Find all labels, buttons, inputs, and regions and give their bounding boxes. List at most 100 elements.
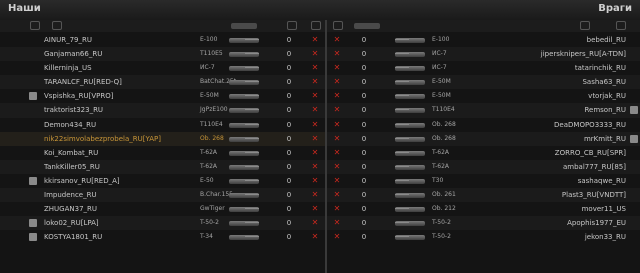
player-row[interactable]: sashaqwe_RU T30 0 ✕ xyxy=(327,174,640,188)
vehicle-icon xyxy=(395,164,425,170)
player-name: nik22simvolabezprobela_RU[YAP] xyxy=(44,134,161,143)
destroyed-icon: ✕ xyxy=(333,218,341,228)
frag-count: 0 xyxy=(361,50,367,59)
vehicle-icon xyxy=(395,235,425,241)
player-row[interactable]: AINUR_79_RU E-100 0 ✕ xyxy=(0,33,325,47)
destroyed-icon: ✕ xyxy=(333,119,341,129)
frag-count: 0 xyxy=(361,36,367,44)
player-name: Impudence_RU xyxy=(44,191,97,200)
frag-count: 0 xyxy=(361,162,367,171)
player-row[interactable]: mrKmitt_RU Ob. 268 0 ✕ xyxy=(327,131,640,146)
player-name: mrKmitt_RU xyxy=(583,134,626,143)
vehicle-name: T110E4 xyxy=(200,120,223,128)
frag-count: 0 xyxy=(286,219,292,228)
player-row[interactable]: mover11_US Ob. 212 0 ✕ xyxy=(327,202,640,216)
player-row[interactable]: nik22simvolabezprobela_RU[YAP] Ob. 268 0 ✕ xyxy=(0,131,325,146)
player-row[interactable]: Koi_Kombat_RU T-62A 0 ✕ xyxy=(0,146,325,160)
player-row[interactable]: Killerninja_US ИС-7 0 ✕ xyxy=(0,61,325,75)
player-column-icon xyxy=(52,21,62,30)
player-name: KOSTYA1801_RU xyxy=(44,233,103,242)
vehicle-name: T-62A xyxy=(432,162,450,170)
destroyed-icon: ✕ xyxy=(311,63,319,73)
player-row[interactable]: Vspishka_RU[VPRO] E-50M 0 ✕ xyxy=(0,89,325,103)
frag-count: 0 xyxy=(361,78,367,87)
player-name: Sasha63_RU xyxy=(582,78,626,87)
frag-count: 0 xyxy=(361,64,367,73)
vehicle-name: T-50-2 xyxy=(200,219,219,227)
player-name: TankKiller05_RU xyxy=(44,162,100,171)
vehicle-name: E-50M xyxy=(432,92,451,100)
vehicle-icon xyxy=(229,221,259,227)
vehicle-icon xyxy=(395,136,425,142)
player-row[interactable]: jipersknipers_RU[A-TDN] ИС-7 0 ✕ xyxy=(327,47,640,62)
frag-count: 0 xyxy=(361,148,367,157)
player-row[interactable]: loko02_RU[LPA] T-50-2 0 ✕ xyxy=(0,216,325,231)
vehicle-icon xyxy=(229,207,259,213)
enemy-vehicle-column-icon xyxy=(354,23,380,29)
player-row[interactable]: Demon434_RU T110E4 0 ✕ xyxy=(0,118,325,132)
vehicle-name: JgPzE100 xyxy=(200,106,228,114)
player-name: loko02_RU[LPA] xyxy=(44,219,99,228)
vehicle-icon xyxy=(395,80,425,86)
frag-count: 0 xyxy=(286,78,292,87)
frag-count: 0 xyxy=(286,191,292,200)
destroyed-icon: ✕ xyxy=(333,175,341,185)
player-row[interactable]: ZHUGAN37_RU GwTiger 0 ✕ xyxy=(0,202,325,216)
player-row[interactable]: Impudence_RU B.Char.155 0 ✕ xyxy=(0,188,325,203)
player-row[interactable]: Apophis1977_EU T-50-2 0 ✕ xyxy=(327,216,640,231)
player-row[interactable]: jekon33_RU T-50-2 0 ✕ xyxy=(327,230,640,244)
player-row[interactable]: vtorjak_RU E-50M 0 ✕ xyxy=(327,89,640,103)
destroyed-icon: ✕ xyxy=(333,232,341,242)
vehicle-name: E-100 xyxy=(200,36,218,43)
frag-count: 0 xyxy=(361,106,367,115)
vehicle-icon xyxy=(229,164,259,170)
allies-title: Наши xyxy=(8,3,41,14)
squad-badge-icon xyxy=(29,176,37,185)
player-row[interactable]: ambal777_RU[85] T-62A 0 ✕ xyxy=(327,159,640,174)
player-row[interactable]: DeaDMOPO3333_RU Ob. 268 0 ✕ xyxy=(327,118,640,132)
player-name: jipersknipers_RU[A-TDN] xyxy=(540,50,626,59)
player-row[interactable]: tatarinchik_RU ИС-7 0 ✕ xyxy=(327,61,640,75)
vehicle-icon xyxy=(229,122,259,128)
player-row[interactable]: Plast3_RU[VNDTT] Ob. 261 0 ✕ xyxy=(327,188,640,203)
vehicle-icon xyxy=(395,193,425,199)
player-row[interactable]: bebedil_RU E-100 0 ✕ xyxy=(327,33,640,47)
vehicle-icon xyxy=(395,108,425,114)
player-row[interactable]: TARANLCF_RU[RED-Q] BatChat.25t 0 ✕ xyxy=(0,75,325,90)
enemy-player-column-icon xyxy=(580,21,590,30)
destroyed-icon: ✕ xyxy=(333,161,341,171)
squad-badge-icon xyxy=(29,233,37,242)
squad-badge-icon xyxy=(630,134,638,143)
player-row[interactable]: Remson_RU T110E4 0 ✕ xyxy=(327,103,640,118)
player-row[interactable]: TankKiller05_RU T-62A 0 ✕ xyxy=(0,159,325,174)
vehicle-name: E-50M xyxy=(200,92,219,100)
player-name: Demon434_RU xyxy=(44,120,97,129)
player-row[interactable]: KOSTYA1801_RU T-34 0 ✕ xyxy=(0,230,325,244)
vehicle-name: T-50-2 xyxy=(432,219,451,227)
player-name: ambal777_RU[85] xyxy=(562,162,626,171)
destroyed-icon: ✕ xyxy=(311,49,319,59)
player-row[interactable]: kkirsanov_RU[RED_A] E-50 0 ✕ xyxy=(0,174,325,188)
destroyed-icon: ✕ xyxy=(311,105,319,115)
player-row[interactable]: ZORRO_CB_RU[SPR] T-62A 0 ✕ xyxy=(327,146,640,160)
vehicle-icon xyxy=(229,136,259,142)
vehicle-name: GwTiger xyxy=(200,205,225,213)
vehicle-icon xyxy=(395,122,425,128)
vehicle-icon xyxy=(395,66,425,72)
vehicle-icon xyxy=(229,150,259,156)
player-row[interactable]: traktorist323_RU JgPzE100 0 ✕ xyxy=(0,103,325,118)
vehicle-icon xyxy=(395,178,425,184)
scoreboard-header: Наши Враги xyxy=(0,0,640,20)
frag-count: 0 xyxy=(286,162,292,171)
frag-count: 0 xyxy=(286,120,292,129)
destroyed-icon: ✕ xyxy=(311,232,319,242)
vehicle-name: E-100 xyxy=(432,36,450,43)
frag-count: 0 xyxy=(361,134,367,143)
enemies-list: bebedil_RU E-100 0 ✕ jipersknipers_RU[A-TDN]… xyxy=(327,33,640,244)
destroyed-icon: ✕ xyxy=(333,105,341,115)
player-row[interactable]: Sasha63_RU E-50M 0 ✕ xyxy=(327,75,640,90)
player-name: AINUR_79_RU xyxy=(44,36,92,44)
player-row[interactable]: Ganjaman66_RU T110E5 0 ✕ xyxy=(0,47,325,62)
vehicle-icon xyxy=(229,80,259,86)
vehicle-name: T30 xyxy=(432,176,444,184)
